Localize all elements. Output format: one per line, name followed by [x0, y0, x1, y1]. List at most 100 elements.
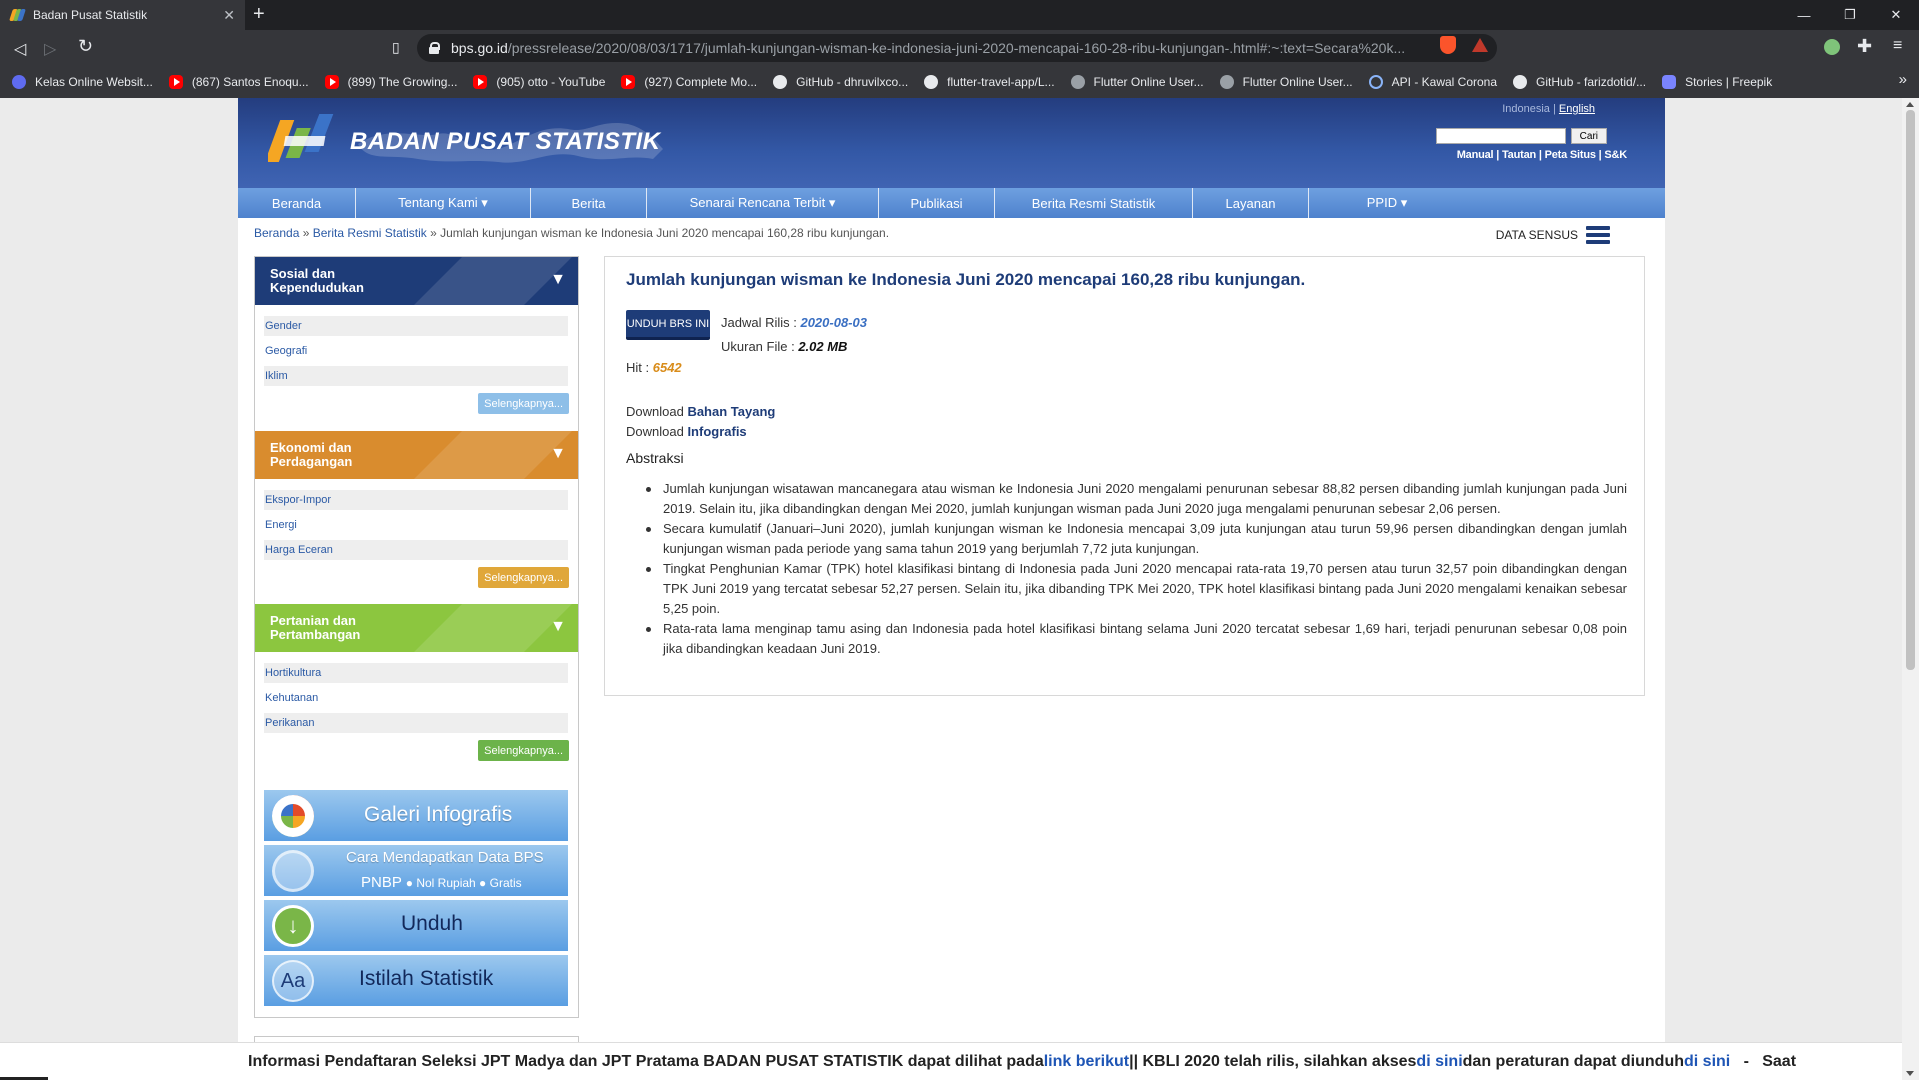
category-header[interactable]: Sosial dan Kependudukan ▼	[255, 257, 578, 305]
magnifier-icon	[272, 850, 314, 892]
browser-tab[interactable]: Badan Pusat Statistik ✕	[0, 0, 245, 30]
download-arrow-icon: ↓	[272, 905, 314, 947]
forward-icon[interactable]: ▷	[44, 39, 56, 59]
data-sensus-menu[interactable]: DATA SENSUS	[1496, 226, 1610, 244]
top-links[interactable]: Manual | Tautan | Peta Situs | S&K	[1457, 149, 1628, 161]
selengkapnya-button[interactable]: Selengkapnya...	[478, 740, 569, 761]
nav-item[interactable]: Berita Resmi Statistik	[995, 188, 1193, 218]
list-item[interactable]: Geografi	[264, 341, 568, 361]
extensions-puzzle-icon[interactable]: ✚	[1857, 36, 1872, 57]
breadcrumb-home[interactable]: Beranda	[254, 226, 299, 240]
list-item[interactable]: Ekspor-Impor	[264, 490, 568, 510]
lock-icon	[429, 42, 440, 54]
list-item[interactable]: Kehutanan	[264, 688, 568, 708]
nav-item[interactable]: Layanan	[1193, 188, 1309, 218]
collapse-arrow-icon[interactable]: ▼	[550, 618, 566, 636]
search-input[interactable]	[1435, 128, 1566, 144]
bookmark-item[interactable]: (899) The Growing...	[324, 75, 457, 89]
nav-item[interactable]: Tentang Kami ▾	[356, 188, 531, 218]
bookmark-label: GitHub - dhruvilxco...	[796, 75, 909, 89]
category-list: Hortikultura Kehutanan Perikanan	[264, 663, 568, 738]
list-item[interactable]: Harga Eceran	[264, 540, 568, 560]
extension-icon[interactable]	[1824, 39, 1840, 55]
istilah-statistik-banner[interactable]: Aa Istilah Statistik	[264, 955, 568, 1006]
bookmark-item[interactable]: API - Kawal Corona	[1368, 75, 1497, 89]
rewards-icon[interactable]	[1472, 38, 1488, 52]
bookmark-item[interactable]: flutter-travel-app/L...	[924, 75, 1055, 89]
back-icon[interactable]: ◁	[14, 39, 26, 59]
ticker-text: Informasi Pendaftaran Seleksi JPT Madya …	[248, 1052, 1044, 1070]
page-viewport: BADAN PUSAT STATISTIK Indonesia | Englis…	[0, 98, 1919, 1080]
close-tab-icon[interactable]: ✕	[223, 7, 235, 24]
breadcrumb-separator: »	[426, 226, 441, 240]
category-title: Sosial dan Kependudukan	[270, 266, 364, 295]
url-host: bps.go.id	[451, 40, 508, 56]
nav-item[interactable]: Publikasi	[879, 188, 995, 218]
unduh-banner[interactable]: ↓ Unduh	[264, 900, 568, 951]
scroll-thumb[interactable]	[1906, 110, 1915, 670]
selengkapnya-button[interactable]: Selengkapnya...	[478, 567, 569, 588]
brave-shield-icon[interactable]	[1440, 36, 1456, 54]
nav-item[interactable]: Senarai Rencana Terbit ▾	[647, 188, 879, 218]
galeri-infografis-banner[interactable]: Galeri Infografis	[264, 790, 568, 841]
category-header[interactable]: Ekonomi dan Perdagangan ▼	[255, 431, 578, 479]
category-header[interactable]: Pertanian dan Pertambangan ▼	[255, 604, 578, 652]
reload-icon[interactable]: ↻	[78, 36, 93, 57]
minimize-icon[interactable]: —	[1781, 0, 1827, 30]
menu-icon[interactable]: ≡	[1893, 37, 1902, 55]
infografis-link[interactable]: Infografis	[687, 424, 746, 439]
collapse-arrow-icon[interactable]: ▼	[550, 271, 566, 289]
bookmark-item[interactable]: (867) Santos Enoqu...	[168, 75, 309, 89]
bookmark-item[interactable]: (905) otto - YouTube	[473, 75, 605, 89]
ticker-link-di-sini[interactable]: di sini	[1416, 1053, 1462, 1071]
hamburger-icon[interactable]	[1586, 226, 1610, 244]
bahan-tayang-link[interactable]: Bahan Tayang	[687, 404, 775, 419]
bookmark-icon[interactable]: ▯	[392, 39, 400, 56]
bookmark-item[interactable]: Flutter Online User...	[1070, 75, 1204, 89]
bookmark-kl-icon	[12, 75, 26, 89]
category-title: Ekonomi dan Perdagangan	[270, 440, 353, 469]
abstract-list: Jumlah kunjungan wisatawan mancanegara a…	[643, 479, 1627, 659]
lang-english[interactable]: English	[1559, 103, 1595, 115]
bookmark-item[interactable]: Kelas Online Websit...	[12, 75, 153, 89]
bookmark-item[interactable]: (927) Complete Mo...	[621, 75, 757, 89]
bookmark-gh-icon	[773, 75, 788, 89]
collapse-arrow-icon[interactable]: ▼	[550, 445, 566, 463]
bookmark-item[interactable]: Stories | Freepik	[1662, 75, 1772, 89]
close-window-icon[interactable]: ✕	[1873, 0, 1919, 30]
nav-item[interactable]: PPID ▾	[1309, 188, 1465, 218]
restore-icon[interactable]: ❐	[1827, 0, 1873, 30]
bookmark-item[interactable]: GitHub - farizdotid/...	[1513, 75, 1646, 89]
ticker-text: dan peraturan dapat diunduh	[1462, 1052, 1684, 1070]
cara-mendapatkan-data-banner[interactable]: Cara Mendapatkan Data BPS PNBP ● Nol Rup…	[264, 845, 568, 896]
scroll-up-icon[interactable]	[1906, 102, 1914, 107]
breadcrumb-current: Jumlah kunjungan wisman ke Indonesia Jun…	[440, 226, 890, 240]
address-bar[interactable]: bps.go.id /pressrelease/2020/08/03/1717/…	[417, 34, 1497, 62]
list-item[interactable]: Energi	[264, 515, 568, 535]
bookmark-item[interactable]: GitHub - dhruvilxco...	[773, 75, 908, 89]
list-item[interactable]: Perikanan	[264, 713, 568, 733]
new-tab-button[interactable]: +	[253, 3, 265, 26]
bookmark-item[interactable]: Flutter Online User...	[1219, 75, 1353, 89]
breadcrumb-section[interactable]: Berita Resmi Statistik	[313, 226, 427, 240]
list-item[interactable]: Iklim	[264, 366, 568, 386]
download-brs-button[interactable]: UNDUH BRS INI	[626, 310, 710, 340]
bookmarks-overflow-icon[interactable]: »	[1899, 71, 1907, 88]
ticker-link-berikut[interactable]: link berikut	[1044, 1053, 1129, 1071]
page-scrollbar[interactable]	[1902, 98, 1919, 1080]
site-brand[interactable]: BADAN PUSAT STATISTIK	[350, 128, 661, 156]
search-button[interactable]: Cari	[1570, 128, 1607, 144]
bookmark-st-icon	[1662, 75, 1677, 89]
nav-item[interactable]: Beranda	[238, 188, 356, 218]
istilah-statistik-label: Istilah Statistik	[359, 967, 494, 990]
ticker-link-di-sini-2[interactable]: di sini	[1684, 1053, 1730, 1071]
header-decoration	[414, 431, 572, 479]
selengkapnya-button[interactable]: Selengkapnya...	[478, 393, 569, 414]
list-item[interactable]: Hortikultura	[264, 663, 568, 683]
list-item[interactable]: Gender	[264, 316, 568, 336]
bookmark-api-icon	[1368, 75, 1383, 89]
nav-item[interactable]: Berita	[531, 188, 647, 218]
lang-indonesia[interactable]: Indonesia	[1502, 103, 1550, 115]
scroll-down-icon[interactable]	[1906, 1071, 1914, 1076]
bookmark-yt-icon	[168, 75, 183, 89]
